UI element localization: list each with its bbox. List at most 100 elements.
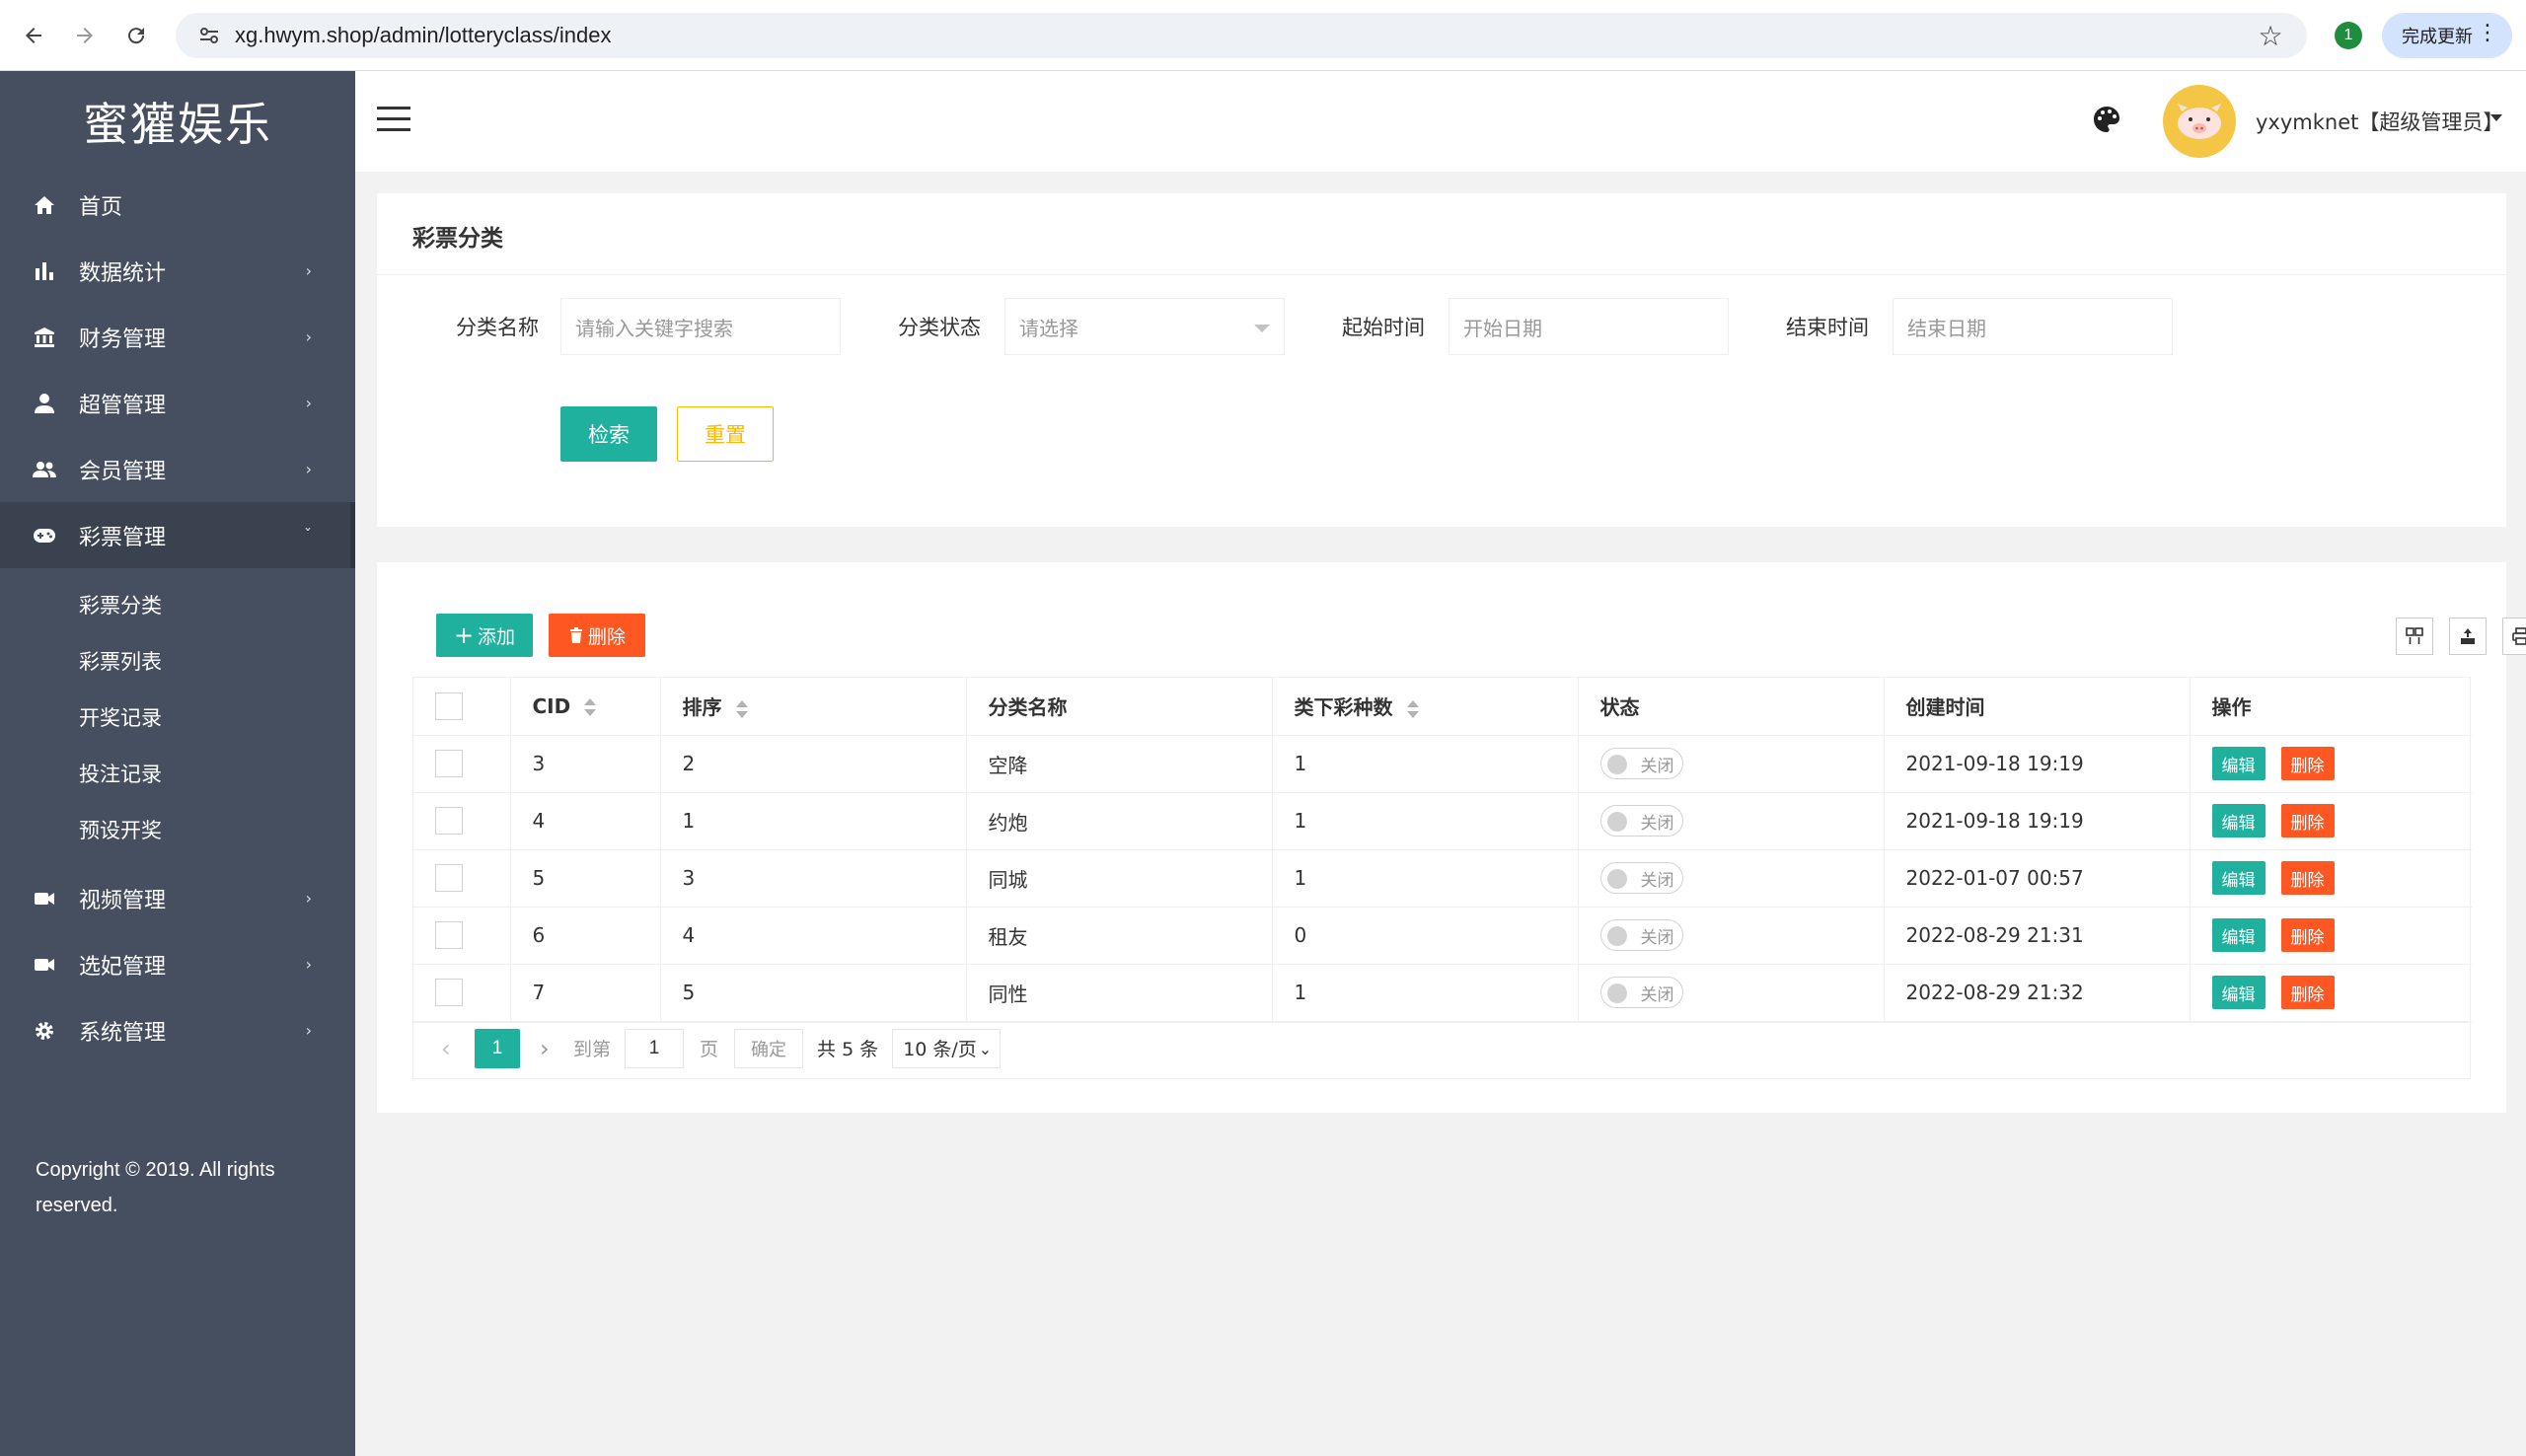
palette-icon[interactable] <box>2092 105 2125 138</box>
address-bar[interactable]: xg.hwym.shop/admin/lotteryclass/index ☆ <box>176 13 2307 58</box>
submenu-item-bet-records[interactable]: 投注记录 <box>0 745 355 801</box>
print-icon[interactable] <box>2502 618 2526 655</box>
sidebar-item-system[interactable]: 系统管理 › <box>0 997 355 1063</box>
row-select-cell <box>413 907 511 965</box>
edit-button[interactable]: 编辑 <box>2211 918 2266 952</box>
avatar[interactable] <box>2163 85 2236 158</box>
status-toggle[interactable]: 关闭 <box>1599 977 1683 1008</box>
category-name-input[interactable]: 请输入关键字搜索 <box>560 298 841 355</box>
search-panel: 彩票分类 分类名称 请输入关键字搜索 分类状态 请选择 起始时间 开始日期 结束… <box>377 193 2506 527</box>
category-name-label: 分类名称 <box>456 316 539 339</box>
sidebar-item-label: 系统管理 <box>79 1020 167 1046</box>
url-text[interactable]: xg.hwym.shop/admin/lotteryclass/index <box>235 23 612 48</box>
app-logo[interactable]: 蜜獾娱乐 <box>0 71 355 172</box>
delete-button[interactable]: 删除 <box>2280 804 2335 837</box>
goto-page-input[interactable]: 1 <box>625 1028 685 1068</box>
delete-button[interactable]: 删除 <box>2280 747 2335 780</box>
page-title: 彩票分类 <box>412 226 503 252</box>
status-cell: 关闭 <box>1578 907 1885 965</box>
toggle-knob <box>1606 812 1627 832</box>
edit-button[interactable]: 编辑 <box>2211 747 2266 780</box>
extension-badge[interactable]: 1 <box>2335 22 2362 49</box>
page-label: 页 <box>700 1039 719 1060</box>
submenu-item-lottery-class[interactable]: 彩票分类 <box>0 576 355 632</box>
forward-button[interactable] <box>67 18 103 53</box>
reload-button[interactable] <box>118 18 154 53</box>
select-all-checkbox[interactable] <box>435 692 463 720</box>
column-filter-icon[interactable] <box>2396 618 2433 655</box>
update-button[interactable]: 完成更新 ⋮ <box>2382 13 2512 58</box>
sort-icon[interactable] <box>735 699 748 718</box>
batch-delete-button[interactable]: 删除 <box>549 614 645 657</box>
toggle-knob <box>1606 869 1627 889</box>
sidebar-item-finance[interactable]: 财务管理 › <box>0 304 355 370</box>
sidebar-item-lottery[interactable]: 彩票管理 ˇ <box>0 502 355 568</box>
column-header-sort[interactable]: 排序 <box>660 678 967 736</box>
prev-page-icon[interactable]: ‹ <box>441 1035 465 1062</box>
add-label: 添加 <box>478 625 516 648</box>
sidebar-item-label: 财务管理 <box>79 327 167 352</box>
bookmark-star-icon[interactable]: ☆ <box>2254 19 2287 52</box>
sidebar-item-home[interactable]: 首页 <box>0 172 355 238</box>
page-size-select[interactable]: 10 条/页 ⌄ <box>892 1028 1002 1068</box>
status-cell: 关闭 <box>1578 735 1885 793</box>
delete-button[interactable]: 删除 <box>2280 861 2335 895</box>
column-header-cid[interactable]: CID <box>510 678 661 736</box>
sort-cell: 4 <box>660 907 967 965</box>
start-date-input[interactable]: 开始日期 <box>1449 298 1729 355</box>
end-date-input[interactable]: 结束日期 <box>1893 298 2173 355</box>
sort-icon[interactable] <box>584 698 597 717</box>
goto-label: 到第 <box>573 1039 612 1060</box>
site-settings-icon[interactable] <box>189 16 229 55</box>
submenu-item-preset-draw[interactable]: 预设开奖 <box>0 801 355 857</box>
category-status-select[interactable]: 请选择 <box>1004 298 1285 355</box>
lottery-count-cell: 1 <box>1272 964 1579 1022</box>
sidebar-item-members[interactable]: 会员管理 › <box>0 436 355 502</box>
current-page-button[interactable]: 1 <box>475 1028 520 1068</box>
page-size-value: 10 条/页 <box>903 1039 977 1060</box>
status-toggle[interactable]: 关闭 <box>1599 919 1683 951</box>
row-checkbox[interactable] <box>435 807 463 835</box>
video-icon <box>32 886 57 911</box>
lottery-count-cell: 1 <box>1272 792 1579 850</box>
reset-button[interactable]: 重置 <box>677 406 774 462</box>
status-toggle[interactable]: 关闭 <box>1599 805 1683 837</box>
status-toggle-label: 关闭 <box>1640 813 1674 834</box>
sidebar-item-super-admin[interactable]: 超管管理 › <box>0 370 355 436</box>
status-toggle[interactable]: 关闭 <box>1599 748 1683 779</box>
row-checkbox[interactable] <box>435 864 463 892</box>
status-toggle[interactable]: 关闭 <box>1599 862 1683 894</box>
menu-toggle-icon[interactable] <box>377 107 410 134</box>
add-button[interactable]: + 添加 <box>436 614 533 657</box>
submenu-item-lottery-list[interactable]: 彩票列表 <box>0 632 355 689</box>
delete-button[interactable]: 删除 <box>2280 918 2335 952</box>
row-checkbox[interactable] <box>435 979 463 1006</box>
delete-button[interactable]: 删除 <box>2280 976 2335 1009</box>
user-name[interactable]: yxymknet【超级管理员】 <box>2256 107 2503 136</box>
column-header-count[interactable]: 类下彩种数 <box>1272 678 1579 736</box>
submenu-item-draw-records[interactable]: 开奖记录 <box>0 689 355 745</box>
video-icon <box>32 952 57 978</box>
edit-button[interactable]: 编辑 <box>2211 861 2266 895</box>
search-button[interactable]: 检索 <box>560 406 657 462</box>
next-page-icon[interactable]: › <box>540 1035 563 1062</box>
sort-icon[interactable] <box>1406 699 1419 718</box>
row-checkbox[interactable] <box>435 921 463 949</box>
category-name-cell: 约炮 <box>966 792 1273 850</box>
edit-button[interactable]: 编辑 <box>2211 976 2266 1009</box>
edit-button[interactable]: 编辑 <box>2211 804 2266 837</box>
caret-down-icon[interactable] <box>2490 114 2502 121</box>
export-icon[interactable] <box>2449 618 2487 655</box>
created-time-cell: 2021-09-18 19:19 <box>1884 735 2191 793</box>
goto-confirm-button[interactable]: 确定 <box>734 1028 804 1068</box>
sidebar-item-video[interactable]: 视频管理 › <box>0 865 355 931</box>
back-button[interactable] <box>16 18 51 53</box>
row-checkbox[interactable] <box>435 750 463 777</box>
select-all-cell <box>413 678 511 736</box>
more-vert-icon: ⋮ <box>2477 21 2498 45</box>
created-time-cell: 2022-08-29 21:31 <box>1884 907 2191 965</box>
sidebar-item-stats[interactable]: 数据统计 › <box>0 238 355 304</box>
bar-chart-icon <box>32 258 57 284</box>
sidebar-item-selection[interactable]: 选妃管理 › <box>0 931 355 997</box>
table-row: 6 4 租友 0 关闭 2022-08-29 21:31 编辑 删除 <box>413 907 2472 965</box>
